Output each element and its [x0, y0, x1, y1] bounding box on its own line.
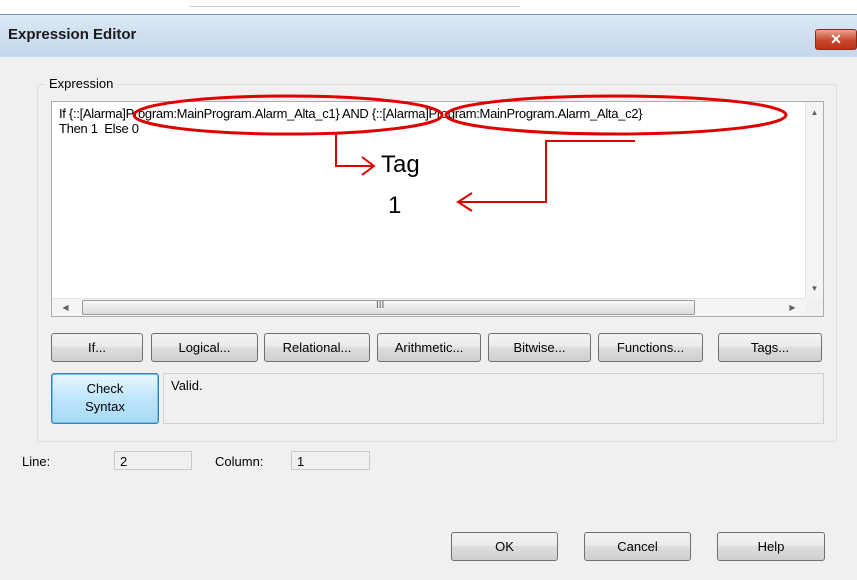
horizontal-scrollbar[interactable]: ◀ III ▶ [52, 298, 806, 316]
scroll-grip: III [376, 300, 385, 311]
check-syntax-button[interactable]: Check Syntax [51, 373, 159, 424]
expression-textarea[interactable]: If {::[Alarma]Program:MainProgram.Alarm_… [51, 101, 824, 317]
scroll-down-arrow-icon[interactable]: ▼ [806, 280, 823, 297]
column-label: Column: [215, 454, 264, 469]
relational-button[interactable]: Relational... [264, 333, 370, 362]
line-value-field: 2 [114, 451, 192, 470]
column-value-field: 1 [291, 451, 370, 470]
expression-group: Expression If {::[Alarma]Program:MainPro… [37, 76, 837, 442]
vertical-scrollbar[interactable]: ▲ ▼ [805, 102, 823, 299]
expression-line-1: If {::[Alarma]Program:MainProgram.Alarm_… [59, 106, 643, 121]
syntax-status-box: Valid. [163, 373, 824, 424]
scroll-left-arrow-icon[interactable]: ◀ [57, 299, 74, 316]
dialog-client-area: Expression If {::[Alarma]Program:MainPro… [0, 57, 857, 580]
check-syntax-label-line1: Check [86, 381, 124, 396]
line-label: Line: [22, 454, 51, 469]
horizontal-scroll-thumb[interactable]: III [82, 300, 695, 315]
background-window-edge [190, 0, 520, 7]
expression-text[interactable]: If {::[Alarma]Program:MainProgram.Alarm_… [59, 106, 779, 136]
background-strip [0, 0, 857, 14]
annotation-tag-number: 1 [388, 192, 402, 219]
expression-editor-dialog: Expression Editor ✕ Expression If {::[Al… [0, 14, 857, 580]
close-button[interactable]: ✕ [815, 29, 857, 50]
title-bar: Expression Editor ✕ [0, 15, 857, 57]
annotation-tag-label: Tag [381, 151, 420, 178]
if-button[interactable]: If... [51, 333, 143, 362]
arithmetic-button[interactable]: Arithmetic... [377, 333, 481, 362]
logical-button[interactable]: Logical... [151, 333, 258, 362]
check-syntax-label-line2: Syntax [85, 399, 125, 414]
ok-button[interactable]: OK [451, 532, 558, 561]
bitwise-button[interactable]: Bitwise... [488, 333, 591, 362]
expression-line-2: Then 1 Else 0 [59, 121, 139, 136]
help-button[interactable]: Help [717, 532, 825, 561]
expression-group-label: Expression [46, 76, 117, 91]
dialog-title: Expression Editor [8, 26, 137, 43]
functions-button[interactable]: Functions... [598, 333, 703, 362]
tags-button[interactable]: Tags... [718, 333, 822, 362]
syntax-status-text: Valid. [171, 378, 203, 393]
scrollbar-corner [806, 299, 823, 316]
close-icon: ✕ [830, 31, 842, 47]
scroll-right-arrow-icon[interactable]: ▶ [784, 299, 801, 316]
scroll-up-arrow-icon[interactable]: ▲ [806, 104, 823, 121]
cancel-button[interactable]: Cancel [584, 532, 691, 561]
